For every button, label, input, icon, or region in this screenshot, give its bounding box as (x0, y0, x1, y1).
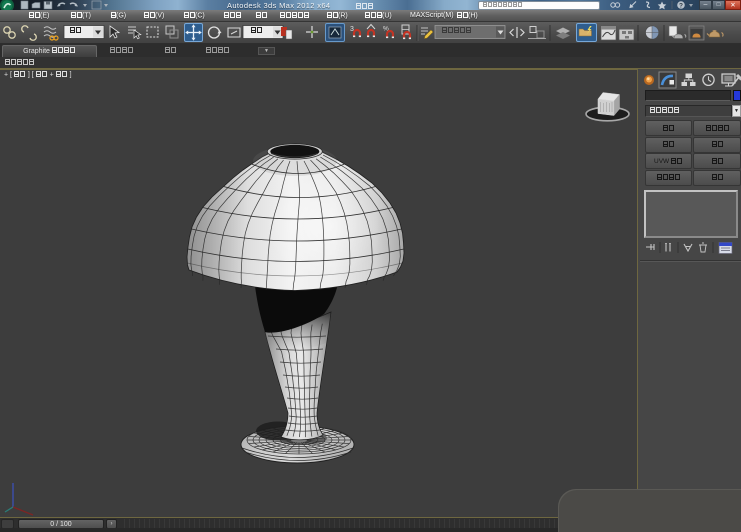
svg-text:?: ? (679, 2, 683, 9)
